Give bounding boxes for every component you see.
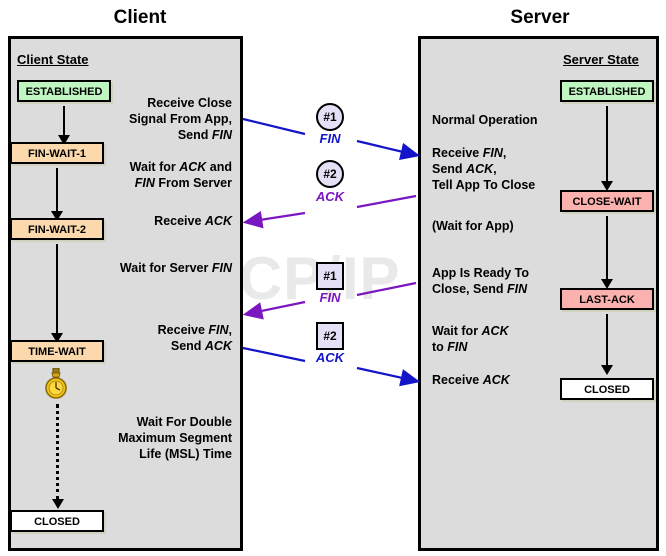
message-label-1: FIN (319, 131, 341, 146)
client-annotation-5: Receive FIN, Send ACK (157, 323, 232, 353)
client-annotation-6: Wait For Double Maximum Segment Life (MSL)… (118, 415, 232, 461)
client-transition-arrow-2 (51, 168, 63, 221)
client-column-title: Client (113, 7, 167, 28)
message-marker-1: #1 (316, 103, 344, 131)
server-transition-arrow-3 (601, 314, 613, 375)
client-annotation-4: Wait for Server FIN (119, 261, 232, 275)
server-state-heading: Server State (563, 52, 639, 67)
server-transition-arrow-2 (601, 216, 613, 289)
message-marker-2: #2 (316, 160, 344, 188)
client-annotation-2: Wait for ACK and FIN From Server (129, 160, 232, 190)
message-label-3: FIN (319, 290, 341, 305)
client-msl-wait-arrow (52, 404, 64, 509)
client-state-heading: Client State (17, 52, 89, 67)
message-marker-4: #2 (316, 322, 344, 350)
server-annotation-4: App Is Ready To Close, Send FIN (432, 266, 530, 296)
client-annotation-1: Receive Close Signal From App, Send FIN (128, 96, 232, 142)
client-transition-arrow-3 (51, 244, 63, 343)
stopwatch-icon (42, 367, 70, 405)
client-state-closed: CLOSED (10, 510, 104, 532)
server-annotation-6: Receive ACK (432, 373, 510, 387)
server-column-title: Server (510, 7, 570, 28)
server-state-established: ESTABLISHED (560, 80, 654, 102)
server-annotation-1: Normal Operation (432, 113, 538, 127)
message-label-2: ACK (315, 189, 345, 204)
client-annotation-3: Receive ACK (154, 214, 232, 228)
tcp-connection-termination-diagram: The TCP/IP Guide Client Server Client St… (0, 0, 666, 556)
server-transition-arrow-1 (601, 106, 613, 191)
server-annotation-2: Receive FIN, Send ACK, Tell App To Close (432, 146, 536, 192)
server-annotation-5: Wait for ACK to FIN (432, 324, 509, 354)
client-transition-arrow-1 (58, 106, 70, 145)
server-annotation-3: (Wait for App) (432, 219, 514, 233)
message-label-4: ACK (315, 350, 345, 365)
message-marker-3: #1 (316, 262, 344, 290)
server-state-close-wait: CLOSE-WAIT (560, 190, 654, 212)
